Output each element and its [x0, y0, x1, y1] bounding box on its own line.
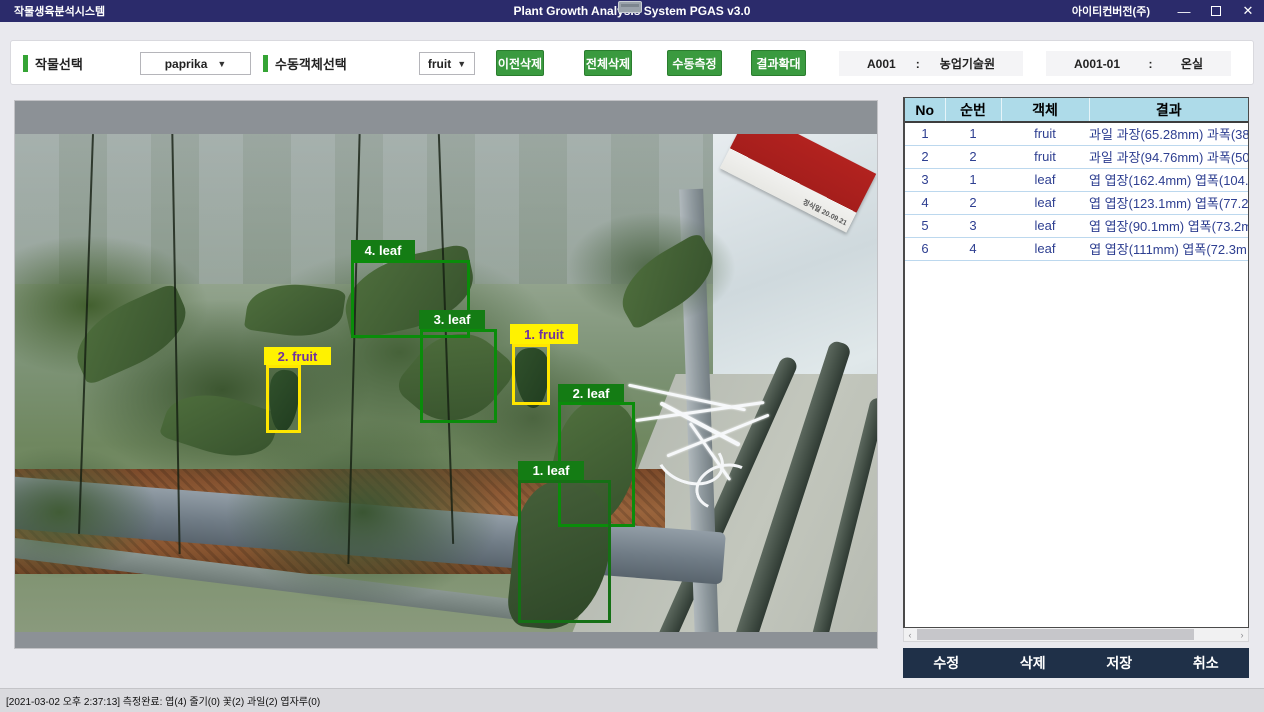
cell-no: 1 [905, 122, 945, 145]
minimize-button[interactable]: — [1168, 0, 1200, 22]
house-colon: : [1148, 57, 1152, 71]
cell-obj: leaf [1001, 237, 1089, 260]
cell-res: 엽 엽장(90.1mm) 엽폭(73.2m [1089, 214, 1248, 237]
cell-seq: 2 [945, 145, 1001, 168]
bbox-label-4-leaf: 4. leaf [351, 240, 415, 260]
house-code: A001-01 [1074, 57, 1120, 71]
crop-dropdown-value: paprika [165, 57, 208, 71]
bbox-label-1-leaf: 1. leaf [518, 461, 584, 480]
title-bar-icon [618, 1, 642, 13]
cell-no: 6 [905, 237, 945, 260]
bbox-1-leaf[interactable] [518, 480, 611, 623]
site-name: 농업기술원 [940, 55, 995, 72]
bbox-3-leaf[interactable] [420, 329, 497, 423]
status-text: [2021-03-02 오후 2:37:13] 측정완료: 엽(4) 줄기(0)… [6, 693, 320, 708]
delete-all-button[interactable]: 전체삭제 [584, 50, 632, 76]
manual-measure-button[interactable]: 수동측정 [667, 50, 722, 76]
cell-res: 엽 엽장(123.1mm) 엽폭(77.2m [1089, 191, 1248, 214]
column-header-result[interactable]: 결과 [1089, 98, 1248, 122]
maximize-icon [1211, 6, 1221, 16]
manual-object-label: 수동객체선택 [275, 41, 347, 86]
bbox-label-1-fruit: 1. fruit [510, 324, 578, 344]
column-header-object[interactable]: 객체 [1001, 98, 1089, 122]
title-bar: 작물생육분석시스템 Plant Growth Analysis System P… [0, 0, 1264, 22]
company-name: 아이티컨버전(주) [1072, 3, 1150, 19]
cell-no: 5 [905, 214, 945, 237]
cell-obj: fruit [1001, 145, 1089, 168]
delete-previous-button[interactable]: 이전삭제 [496, 50, 544, 76]
table-row[interactable]: 31leaf엽 엽장(162.4mm) 엽폭(104.4m [905, 168, 1248, 191]
bbox-1-fruit[interactable] [512, 344, 550, 405]
scroll-right-icon[interactable]: › [1236, 628, 1248, 641]
results-tbody: 11fruit과일 과장(65.28mm) 과폭(38.0822fruit과일 … [905, 122, 1248, 260]
table-row[interactable]: 53leaf엽 엽장(90.1mm) 엽폭(73.2m [905, 214, 1248, 237]
horizontal-scrollbar[interactable]: ‹ › [903, 628, 1249, 642]
column-header-seq[interactable]: 순번 [945, 98, 1001, 122]
delete-button[interactable]: 삭제 [1020, 653, 1046, 673]
action-bar: 수정 삭제 저장 취소 [903, 648, 1249, 678]
cell-res: 과일 과장(65.28mm) 과폭(38.08 [1089, 122, 1248, 145]
table-row[interactable]: 22fruit과일 과장(94.76mm) 과폭(50.6 [905, 145, 1248, 168]
scroll-left-icon[interactable]: ‹ [904, 628, 916, 641]
bbox-label-3-leaf: 3. leaf [419, 310, 485, 329]
bbox-label-2-fruit: 2. fruit [264, 347, 331, 365]
bbox-label-2-leaf: 2. leaf [558, 384, 624, 402]
object-dropdown[interactable]: fruit ▼ [419, 52, 475, 75]
chevron-down-icon: ▼ [457, 59, 466, 69]
cell-no: 3 [905, 168, 945, 191]
cell-seq: 3 [945, 214, 1001, 237]
scrollbar-thumb[interactable] [917, 629, 1194, 640]
column-header-no[interactable]: No [905, 98, 945, 122]
save-button[interactable]: 저장 [1106, 653, 1132, 673]
status-bar: [2021-03-02 오후 2:37:13] 측정완료: 엽(4) 줄기(0)… [0, 688, 1264, 712]
cell-seq: 2 [945, 191, 1001, 214]
enlarge-result-button[interactable]: 결과확대 [751, 50, 806, 76]
table-row[interactable]: 42leaf엽 엽장(123.1mm) 엽폭(77.2m [905, 191, 1248, 214]
title-bar-right: 아이티컨버전(주) — ✕ [1072, 0, 1264, 22]
site-colon: : [916, 57, 920, 71]
results-grid: No 순번 객체 결과 11fruit과일 과장(65.28mm) 과폭(38.… [903, 97, 1249, 628]
image-panel: 정식일 20.09.21 2. fruit4. leaf3. leaf1. fr… [14, 100, 878, 649]
close-button[interactable]: ✕ [1232, 0, 1264, 22]
cell-seq: 1 [945, 168, 1001, 191]
bbox-2-fruit[interactable] [266, 365, 301, 433]
chevron-down-icon: ▼ [217, 59, 226, 69]
results-panel: No 순번 객체 결과 11fruit과일 과장(65.28mm) 과폭(38.… [903, 97, 1249, 678]
cell-no: 4 [905, 191, 945, 214]
cancel-button[interactable]: 취소 [1193, 653, 1219, 673]
cell-obj: leaf [1001, 191, 1089, 214]
cell-res: 엽 엽장(111mm) 엽폭(72.3m [1089, 237, 1248, 260]
house-name: 온실 [1181, 55, 1203, 72]
cell-res: 과일 과장(94.76mm) 과폭(50.6 [1089, 145, 1248, 168]
edit-button[interactable]: 수정 [933, 653, 959, 673]
toolbar: 작물선택 paprika ▼ 수동객체선택 fruit ▼ 이전삭제 전체삭제 … [10, 40, 1254, 85]
crop-dropdown[interactable]: paprika ▼ [140, 52, 251, 75]
annotation-layer: 2. fruit 4. leaf 3. leaf 1. fruit 2. leaf 1. … [15, 101, 877, 648]
maximize-button[interactable] [1200, 0, 1232, 22]
cell-res: 엽 엽장(162.4mm) 엽폭(104.4m [1089, 168, 1248, 191]
cell-seq: 1 [945, 122, 1001, 145]
table-row[interactable]: 64leaf엽 엽장(111mm) 엽폭(72.3m [905, 237, 1248, 260]
house-info-box: A001-01 : 온실 [1046, 51, 1231, 76]
site-info-box: A001 : 농업기술원 [839, 51, 1023, 76]
crop-select-label: 작물선택 [35, 41, 83, 86]
object-dropdown-value: fruit [428, 57, 451, 71]
crop-select-accent-bar [23, 55, 28, 72]
table-row[interactable]: 11fruit과일 과장(65.28mm) 과폭(38.08 [905, 122, 1248, 145]
cell-obj: fruit [1001, 122, 1089, 145]
manual-object-accent-bar [263, 55, 268, 72]
table-header-row: No 순번 객체 결과 [905, 98, 1248, 122]
cell-no: 2 [905, 145, 945, 168]
cell-obj: leaf [1001, 214, 1089, 237]
cell-seq: 4 [945, 237, 1001, 260]
cell-obj: leaf [1001, 168, 1089, 191]
site-code: A001 [867, 57, 896, 71]
